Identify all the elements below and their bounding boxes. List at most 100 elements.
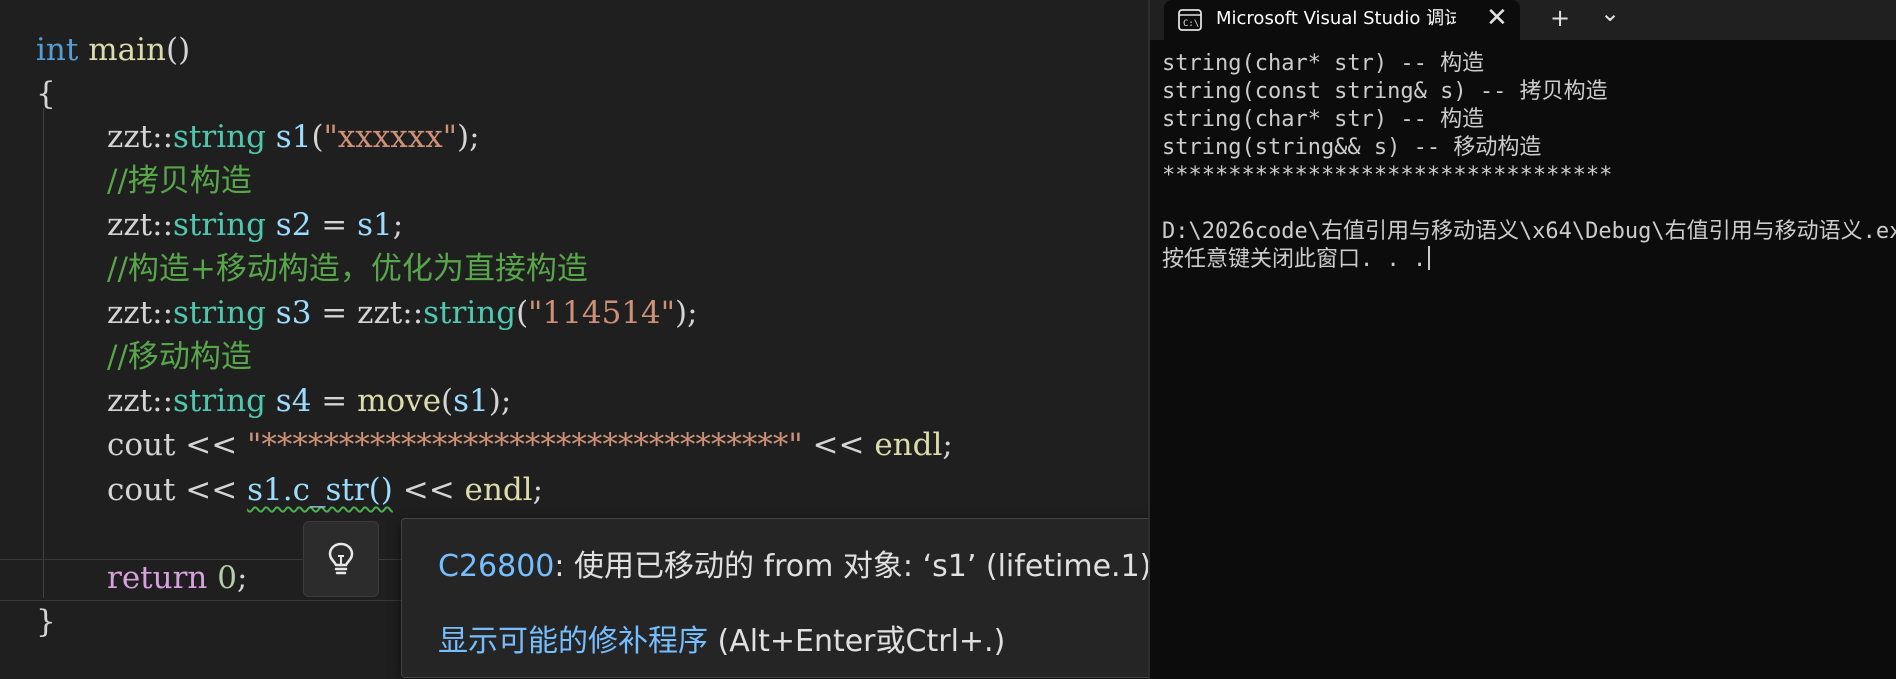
code-line[interactable]: zzt::string s3 = zzt::string("114514");	[107, 291, 698, 335]
code-token: s1	[357, 207, 393, 243]
code-token: );	[488, 383, 512, 419]
code-token: s2	[275, 207, 312, 243]
code-line[interactable]: {	[36, 72, 56, 116]
code-token: ::	[152, 383, 174, 419]
code-token: string	[173, 295, 266, 331]
code-line[interactable]: cout << "*******************************…	[107, 423, 953, 467]
code-token: <<	[175, 472, 248, 508]
code-line[interactable]: //拷贝构造	[107, 159, 252, 203]
code-token: zzt	[107, 295, 153, 331]
console-titlebar: C:\ Microsoft Visual Studio 调试控制台 ✕ + ⌄	[1150, 0, 1896, 40]
code-token: s1	[275, 119, 312, 155]
console-tab[interactable]: C:\ Microsoft Visual Studio 调试控制台 ✕	[1164, 0, 1520, 40]
console-line-text: D:\2026code\右值引用与移动语义\x64\Debug\右值引用与移动语…	[1162, 219, 1896, 244]
code-token: ()	[165, 32, 191, 68]
console-line: string(string&& s) -- 移动构造	[1162, 134, 1541, 162]
console-line-text: string(const string& s) -- 拷贝构造	[1162, 79, 1608, 104]
code-token: zzt	[107, 207, 153, 243]
console-line: **********************************	[1162, 162, 1612, 190]
fix-shortcut-text: (Alt+Enter或Ctrl+.)	[708, 624, 1006, 659]
console-line-text: **********************************	[1162, 163, 1613, 188]
code-token: <<	[802, 427, 875, 463]
console-line: string(const string& s) -- 拷贝构造	[1162, 78, 1608, 106]
console-line-text: string(string&& s) -- 移动构造	[1162, 135, 1542, 160]
text-cursor	[1428, 246, 1431, 270]
terminal-icon: C:\	[1178, 9, 1202, 31]
console-line: D:\2026code\右值引用与移动语义\x64\Debug\右值引用与移动语…	[1162, 218, 1896, 246]
code-token: endl	[874, 427, 943, 463]
code-token: "114514"	[528, 295, 676, 331]
diagnostic-code-link[interactable]: C26800	[438, 549, 554, 584]
indent-guide	[43, 108, 44, 598]
code-token: zzt	[107, 383, 153, 419]
code-token: string	[173, 119, 266, 155]
code-line[interactable]: cout << s1.c_str() << endl;	[107, 468, 543, 512]
code-token: ::	[152, 207, 174, 243]
code-token: (	[441, 383, 454, 419]
code-token: {	[36, 76, 56, 112]
console-tab-title: Microsoft Visual Studio 调试控制台	[1216, 8, 1456, 29]
code-token: //拷贝构造	[107, 163, 252, 199]
fix-suggestion: 显示可能的修补程序 (Alt+Enter或Ctrl+.)	[438, 616, 1005, 660]
debug-console-window[interactable]: C:\ Microsoft Visual Studio 调试控制台 ✕ + ⌄ …	[1148, 0, 1896, 679]
console-line: 按任意键关闭此窗口. . .	[1162, 246, 1431, 274]
code-token: }	[36, 604, 56, 640]
svg-text:C:\: C:\	[1183, 19, 1199, 29]
code-token: 0	[217, 560, 237, 596]
code-token: ;	[236, 560, 248, 596]
code-token: "xxxxxx"	[323, 119, 457, 155]
lightbulb-icon	[328, 542, 354, 575]
code-token: ;	[392, 207, 404, 243]
code-line[interactable]: }	[36, 600, 56, 644]
lightbulb-button[interactable]	[303, 521, 379, 597]
code-line[interactable]: //构造+移动构造，优化为直接构造	[107, 247, 588, 291]
chevron-down-icon[interactable]: ⌄	[1600, 0, 1620, 28]
diagnostic-message: C26800: 使用已移动的 from 对象: ‘s1’ (lifetime.1…	[438, 541, 1181, 585]
console-line-text: string(char* str) -- 构造	[1162, 51, 1485, 76]
code-token: cout	[107, 427, 176, 463]
code-token: =	[311, 207, 358, 243]
console-line-text: 按任意键关闭此窗口. . .	[1162, 247, 1427, 272]
code-line[interactable]: //移动构造	[107, 335, 252, 379]
code-token: ;	[532, 472, 544, 508]
code-line[interactable]: return 0;	[107, 556, 247, 600]
code-token: endl	[464, 472, 533, 508]
code-token: int	[36, 32, 79, 68]
code-token: s4	[275, 383, 312, 419]
code-line[interactable]: zzt::string s2 = s1;	[107, 203, 403, 247]
code-token: s1	[453, 383, 489, 419]
diagnostic-text: : 使用已移动的 from 对象: ‘s1’ (lifetime.1)。	[554, 549, 1182, 584]
code-token: string	[173, 207, 266, 243]
code-line[interactable]: zzt::string s4 = move(s1);	[107, 379, 511, 423]
code-token: move	[357, 383, 442, 419]
console-line-text: string(char* str) -- 构造	[1162, 107, 1485, 132]
code-token: zzt	[357, 295, 403, 331]
show-fixes-link[interactable]: 显示可能的修补程序	[438, 624, 708, 659]
code-token: ::	[152, 119, 174, 155]
code-token: <<	[175, 427, 248, 463]
code-line[interactable]: zzt::string s1("xxxxxx");	[107, 115, 480, 159]
code-token: string	[423, 295, 517, 331]
console-line: string(char* str) -- 构造	[1162, 106, 1484, 134]
new-tab-icon[interactable]: +	[1550, 3, 1570, 33]
code-token: (	[311, 119, 324, 155]
code-token: //移动构造	[107, 339, 252, 375]
code-token: s3	[275, 295, 312, 331]
code-token: =	[311, 295, 358, 331]
code-token: string	[173, 383, 266, 419]
code-token: );	[456, 119, 480, 155]
code-token: ::	[402, 295, 424, 331]
code-line[interactable]: int main()	[36, 28, 190, 72]
code-token: cout	[107, 472, 176, 508]
console-line: string(char* str) -- 构造	[1162, 50, 1484, 78]
code-editor[interactable]: int main(){zzt::string s1("xxxxxx");//拷贝…	[0, 0, 1255, 679]
close-tab-icon[interactable]: ✕	[1486, 3, 1508, 33]
code-token: ;	[942, 427, 953, 463]
code-token: =	[311, 383, 358, 419]
quick-info-tooltip: C26800: 使用已移动的 from 对象: ‘s1’ (lifetime.1…	[401, 518, 1255, 678]
code-token: ::	[152, 295, 174, 331]
